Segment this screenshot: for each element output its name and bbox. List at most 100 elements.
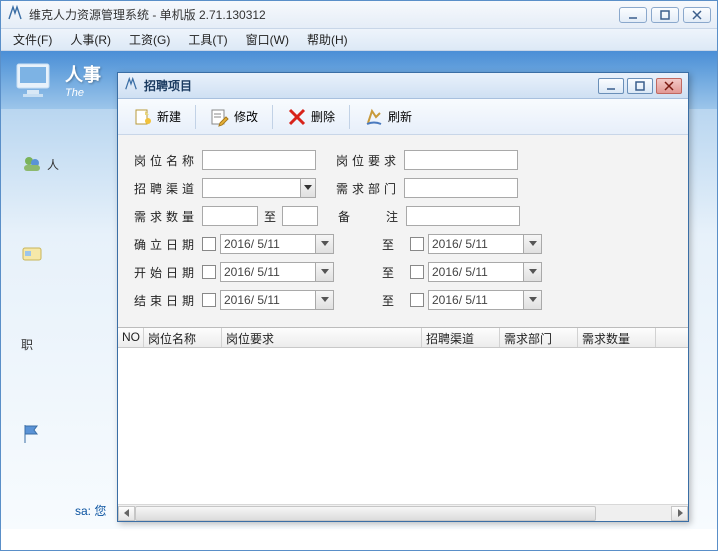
app-icon: [7, 5, 23, 24]
separator: [272, 105, 273, 129]
menu-salary[interactable]: 工资(G): [121, 29, 178, 50]
label-to2: 至: [382, 236, 402, 253]
checkbox[interactable]: [202, 237, 216, 251]
calendar-dropdown-icon[interactable]: [316, 262, 334, 282]
menu-tools[interactable]: 工具(T): [180, 29, 235, 50]
date-display[interactable]: 2016/ 5/11: [220, 234, 316, 254]
date-confirm-to: 2016/ 5/11: [410, 234, 542, 254]
separator: [195, 105, 196, 129]
flag-icon: [21, 423, 43, 445]
checkbox[interactable]: [202, 265, 216, 279]
post-name-input[interactable]: [202, 150, 316, 170]
channel-combo[interactable]: [202, 178, 316, 198]
grid-body[interactable]: [118, 348, 688, 504]
date-display[interactable]: 2016/ 5/11: [220, 262, 316, 282]
dialog-maximize-button[interactable]: [627, 78, 653, 94]
label-to2: 至: [382, 292, 402, 309]
label-dept: 需求部门: [336, 180, 396, 197]
main-titlebar[interactable]: 维克人力资源管理系统 - 单机版 2.71.130312: [1, 1, 717, 29]
separator: [349, 105, 350, 129]
scroll-left-button[interactable]: [118, 506, 135, 521]
menu-help[interactable]: 帮助(H): [299, 29, 356, 50]
qty-to-input[interactable]: [282, 206, 318, 226]
chevron-down-icon[interactable]: [300, 178, 316, 198]
delete-button[interactable]: 删除: [278, 103, 344, 131]
checkbox[interactable]: [410, 265, 424, 279]
card-icon: [21, 243, 43, 265]
grid-col-no[interactable]: NO: [118, 328, 144, 347]
label-channel: 招聘渠道: [134, 180, 194, 197]
banner-subtitle: The: [65, 87, 101, 99]
refresh-button[interactable]: 刷新: [355, 103, 421, 131]
edit-icon: [210, 107, 230, 127]
dept-input[interactable]: [404, 178, 518, 198]
grid-col-channel[interactable]: 招聘渠道: [422, 328, 500, 347]
side-shortcut-2[interactable]: [21, 239, 61, 269]
grid-col-qty[interactable]: 需求数量: [578, 328, 656, 347]
menu-file[interactable]: 文件(F): [5, 29, 60, 50]
main-title: 维克人力资源管理系统 - 单机版 2.71.130312: [29, 6, 619, 23]
main-menubar: 文件(F) 人事(R) 工资(G) 工具(T) 窗口(W) 帮助(H): [1, 29, 717, 51]
horizontal-scrollbar[interactable]: [118, 504, 688, 521]
side-shortcut-1[interactable]: 人: [21, 149, 61, 179]
calendar-dropdown-icon[interactable]: [524, 290, 542, 310]
side-shortcut-3[interactable]: 职: [21, 329, 61, 359]
calendar-dropdown-icon[interactable]: [524, 262, 542, 282]
new-icon: [133, 107, 153, 127]
delete-icon: [287, 107, 307, 127]
minimize-button[interactable]: [619, 7, 647, 23]
grid-col-post_req[interactable]: 岗位要求: [222, 328, 422, 347]
calendar-dropdown-icon[interactable]: [524, 234, 542, 254]
note-input[interactable]: [406, 206, 520, 226]
grid-col-post_name[interactable]: 岗位名称: [144, 328, 222, 347]
scroll-thumb[interactable]: [135, 506, 596, 521]
label-date-start: 开始日期: [134, 264, 194, 281]
date-confirm-from: 2016/ 5/11: [202, 234, 334, 254]
new-button[interactable]: 新建: [124, 103, 190, 131]
side-shortcut-4[interactable]: [21, 419, 61, 449]
date-end-from: 2016/ 5/11: [202, 290, 334, 310]
date-display[interactable]: 2016/ 5/11: [220, 290, 316, 310]
label-to: 至: [264, 208, 276, 225]
people-icon: [21, 153, 43, 175]
date-display[interactable]: 2016/ 5/11: [428, 234, 524, 254]
grid-header: NO岗位名称岗位要求招聘渠道需求部门需求数量: [118, 328, 688, 348]
status-text: sa: 您: [75, 502, 106, 519]
form-area: 岗位名称 岗位要求 招聘渠道 需求部门 需求数量 至 备 注 确立日期: [118, 135, 688, 327]
scroll-track[interactable]: [135, 506, 671, 521]
label-post-req: 岗位要求: [336, 152, 396, 169]
app-icon: [124, 77, 138, 94]
label-date-confirm: 确立日期: [134, 236, 194, 253]
dialog-minimize-button[interactable]: [598, 78, 624, 94]
checkbox[interactable]: [410, 293, 424, 307]
refresh-icon: [364, 107, 384, 127]
label-date-end: 结束日期: [134, 292, 194, 309]
monitor-icon: [13, 58, 57, 102]
menu-personnel[interactable]: 人事(R): [62, 29, 119, 50]
dialog-toolbar: 新建 修改 删除 刷新: [118, 99, 688, 135]
menu-window[interactable]: 窗口(W): [238, 29, 297, 50]
scroll-right-button[interactable]: [671, 506, 688, 521]
qty-from-input[interactable]: [202, 206, 258, 226]
edit-button[interactable]: 修改: [201, 103, 267, 131]
date-end-to: 2016/ 5/11: [410, 290, 542, 310]
banner-title: 人事: [65, 61, 101, 87]
checkbox[interactable]: [410, 237, 424, 251]
label-note: 备 注: [338, 208, 398, 225]
date-display[interactable]: 2016/ 5/11: [428, 262, 524, 282]
post-req-input[interactable]: [404, 150, 518, 170]
close-button[interactable]: [683, 7, 711, 23]
date-display[interactable]: 2016/ 5/11: [428, 290, 524, 310]
grid-col-dept[interactable]: 需求部门: [500, 328, 578, 347]
label-to2: 至: [382, 264, 402, 281]
calendar-dropdown-icon[interactable]: [316, 234, 334, 254]
result-grid: NO岗位名称岗位要求招聘渠道需求部门需求数量: [118, 327, 688, 521]
dialog-close-button[interactable]: [656, 78, 682, 94]
calendar-dropdown-icon[interactable]: [316, 290, 334, 310]
checkbox[interactable]: [202, 293, 216, 307]
dialog-title: 招聘项目: [144, 77, 598, 94]
label-qty: 需求数量: [134, 208, 194, 225]
maximize-button[interactable]: [651, 7, 679, 23]
dialog-titlebar[interactable]: 招聘项目: [118, 73, 688, 99]
channel-input[interactable]: [202, 178, 300, 198]
